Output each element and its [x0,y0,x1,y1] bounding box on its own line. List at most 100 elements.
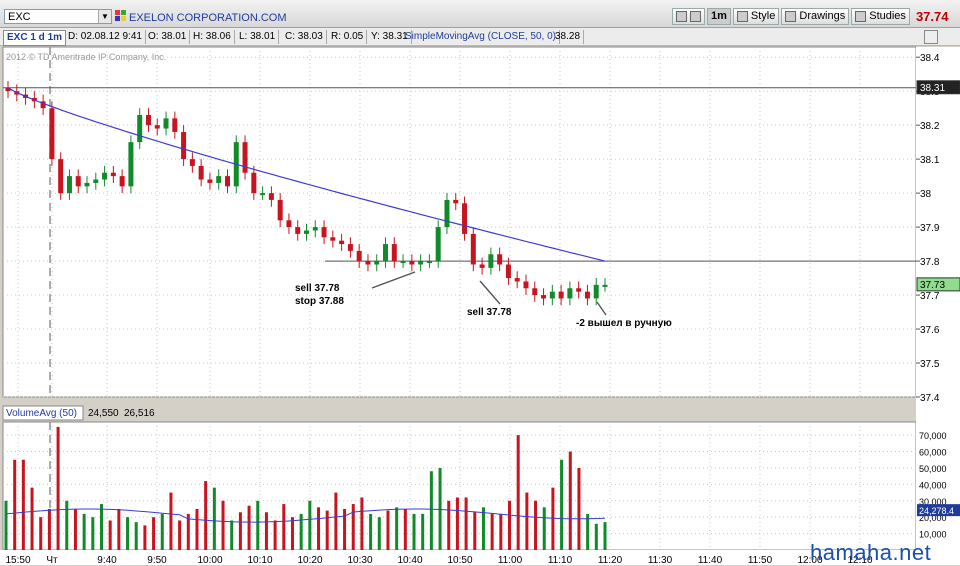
volume-bar [212,487,216,550]
volume-bar [65,500,69,550]
volume-bar [481,507,485,550]
candle-body [347,244,353,251]
volume-marker: 24,278.4 [919,506,954,516]
candle-body [593,284,599,299]
volume-bar [395,507,399,550]
candle-body [523,281,529,289]
candle-body [58,159,64,194]
candle-body [453,199,459,204]
candle-body [444,199,450,228]
candle-body [295,227,301,234]
volume-bar [134,522,138,550]
candle-body [312,227,318,231]
time-tick-label: 10:10 [247,555,272,565]
volume-bar [551,487,555,550]
candle-body [549,291,555,299]
volume-bar [594,523,598,550]
volume-bar [195,508,199,550]
price-tick-label: 37.5 [920,359,940,370]
time-tick-label: 11:20 [598,555,623,565]
time-tick-label: 10:20 [297,555,322,565]
volume-bar [299,513,303,550]
watermark: hamaha.net [810,540,932,565]
time-tick-label: 10:30 [347,555,372,565]
volume-tick-label: 50,000 [919,464,947,474]
volume-bar [256,500,260,550]
volume-bar [13,459,17,550]
candle-body [435,227,441,262]
candle-body [532,288,538,296]
volume-bar [126,517,130,550]
volume-bar [308,500,312,550]
annotation-sell-1: sell 37.78 [295,283,340,294]
volume-bar [99,504,103,550]
candle-body [172,118,178,132]
time-tick-label: 10:40 [397,555,422,565]
candle-body [93,179,99,183]
volume-bar [516,435,520,550]
volume-bar [221,500,225,550]
volume-bar [21,459,25,550]
price-tick-label: 38.2 [920,121,940,132]
volume-bar [204,481,208,550]
price-tick-label: 37.6 [920,325,940,336]
volume-bar [30,487,34,550]
volume-tick-label: 60,000 [919,448,947,458]
annotation-stop-1: stop 37.88 [295,296,344,307]
volume-bar [542,507,546,550]
volume-bar [117,508,121,550]
chart-canvas: 38.438.338.238.13837.937.837.737.637.537… [0,46,960,565]
volume-value-2: 26,516 [124,408,155,419]
volume-bar [73,508,77,550]
candle-body [400,261,406,264]
volume-bar [230,520,234,550]
candle-body [66,176,72,194]
price-tick-label: 38 [920,189,932,200]
candle [128,135,134,194]
candle-body [339,240,345,245]
volume-bar [508,500,512,550]
volume-tick-label: 40,000 [919,480,947,490]
price-tick-label: 37.4 [920,393,940,404]
time-tick-label: 11:30 [648,555,673,565]
volume-bar [403,508,407,550]
candle-body [260,193,266,196]
candle-body [488,254,494,268]
volume-header: VolumeAvg (50) 24,550 26,516 [2,405,155,421]
time-tick-label: 15:50 [5,555,30,565]
time-tick-label: 10:00 [197,555,222,565]
volume-bar [143,525,147,550]
volume-bar [91,517,95,550]
volume-bar [56,426,60,550]
volume-bar [386,510,390,550]
volume-bar [47,508,51,550]
candle-body [224,176,230,187]
candle-body [418,261,424,265]
candle-body [189,159,195,166]
time-tick-label: 9:50 [147,555,167,565]
candle-body [576,288,582,292]
candle-body [251,172,257,194]
volume-bar [82,513,86,550]
candle-body [374,261,380,265]
volume-bar [525,492,529,550]
volume-bar [169,492,173,550]
volume-bar [351,504,355,550]
candle-body [102,172,108,180]
volume-tick-label: 70,000 [919,431,947,441]
candle-body [409,261,415,265]
volume-bar [377,517,381,550]
volume-bar [108,520,112,550]
volume-bar [369,513,373,550]
candle-body [426,261,432,264]
price-tick-label: 37.8 [920,257,940,268]
volume-bar [560,459,564,550]
volume-bar [334,492,338,550]
volume-bar [273,520,277,550]
volume-bar [568,451,572,550]
candle-body [277,199,283,221]
candle [49,101,55,166]
volume-tick-label: 10,000 [919,530,947,540]
candle-body [514,278,520,282]
volume-bar [152,517,156,550]
